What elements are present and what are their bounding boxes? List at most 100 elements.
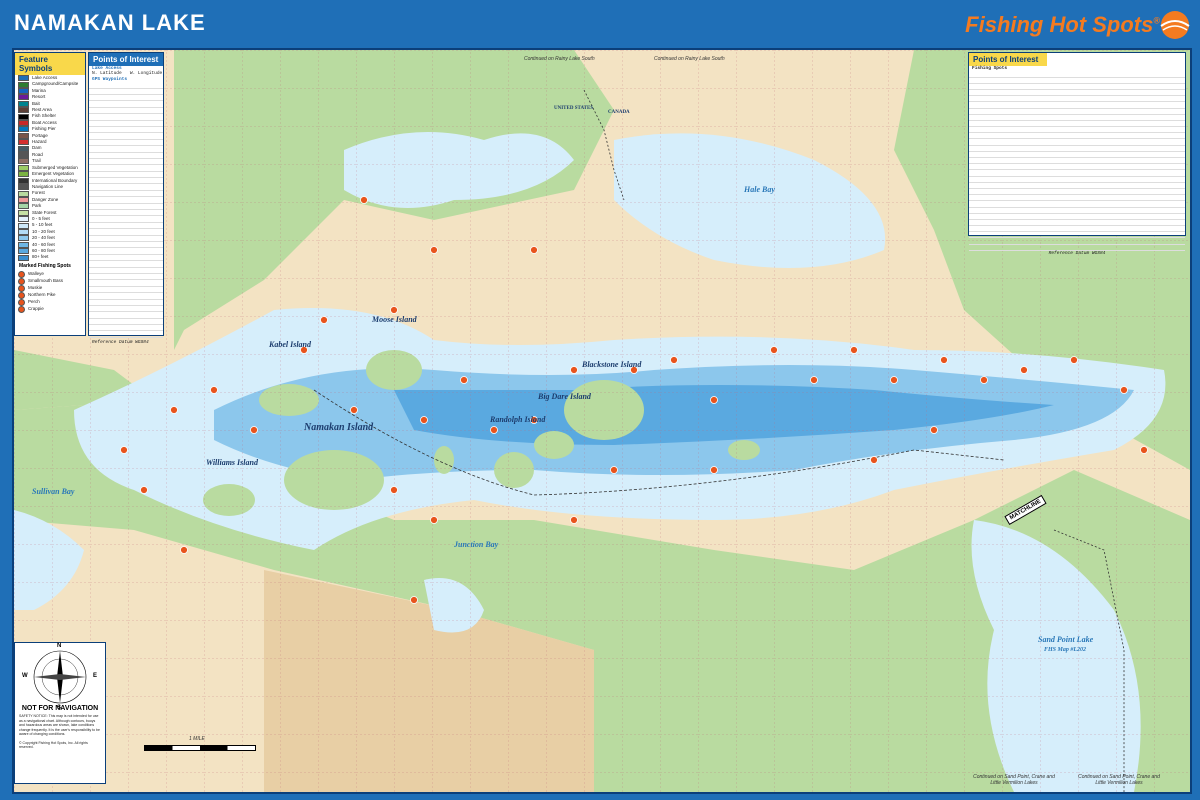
legend-swatch xyxy=(18,75,29,82)
label-united-states: UNITED STATES xyxy=(554,106,594,111)
legend-swatch xyxy=(18,241,29,248)
legend-swatch xyxy=(18,113,29,120)
map-title: NAMAKAN LAKE xyxy=(14,10,206,35)
species-item: Walleye xyxy=(15,270,85,278)
feature-symbols-panel: Feature Symbols Lake Access Campground/Ca… xyxy=(14,52,86,336)
species-item: Perch xyxy=(15,298,85,306)
legend-swatch xyxy=(18,177,29,184)
label-blackstone-island: Blackstone Island xyxy=(582,360,642,369)
label-sullivan-bay: Sullivan Bay xyxy=(32,487,75,496)
compass-w: W xyxy=(22,673,28,679)
copyright: © Copyright Fishing Hot Spots, Inc. All … xyxy=(19,740,88,750)
legend-swatch xyxy=(18,81,29,88)
species-label: Crappie xyxy=(28,306,44,312)
legend-swatch xyxy=(18,196,29,203)
legend-swatch xyxy=(18,132,29,139)
fishing-spot-row xyxy=(1113,245,1185,251)
left-waypoint-rows xyxy=(89,82,163,338)
label-canada: CANADA xyxy=(608,110,630,115)
legend-item: Campground/Campsite xyxy=(15,81,85,88)
waypoint-row xyxy=(89,331,163,338)
legend-swatch xyxy=(18,216,29,223)
brand-logo: Fishing Hot Spots® xyxy=(965,12,1160,38)
hotspot-icon xyxy=(18,284,25,292)
legend-swatch xyxy=(18,209,29,216)
species-label: Muskie xyxy=(28,285,43,291)
legend-swatch xyxy=(18,203,29,210)
label-junction-bay: Junction Bay xyxy=(454,540,499,549)
legend-swatch xyxy=(18,171,29,178)
legend-swatch xyxy=(18,164,29,171)
legend-swatch xyxy=(18,100,29,107)
species-item: Northern Pike xyxy=(15,291,85,299)
continued-note-bottom-2: Continued on Sand Point, Crane and Littl… xyxy=(1078,774,1160,786)
label-kabel-island: Kabel Island xyxy=(269,340,312,349)
species-item: Smallmouth Bass xyxy=(15,277,85,285)
right-reference-datum: Reference Datum WGS84 xyxy=(1048,250,1106,256)
legend-swatch xyxy=(18,254,29,261)
species-list: Walleye Smallmouth Bass Muskie Northern Pik… xyxy=(15,270,85,313)
legend-swatch xyxy=(18,152,29,159)
disclaimer-panel: N S E W NOT FOR NAVIGATION SAFETY NOTICE… xyxy=(14,642,106,784)
fishing-spot-row xyxy=(1041,245,1113,251)
species-label: Perch xyxy=(28,299,40,305)
legend-swatch xyxy=(18,235,29,242)
continued-note-top-right: Continued on Rainy Lake South xyxy=(654,56,725,62)
compass-n: N xyxy=(57,643,62,649)
legend-swatch xyxy=(18,248,29,255)
legend-swatch xyxy=(18,190,29,197)
right-waypoint-rows xyxy=(969,71,1185,251)
label-moose-island: Moose Island xyxy=(372,315,417,324)
safety-notice: SAFETY NOTICE: This map is not intended … xyxy=(19,714,100,736)
scale-bar xyxy=(144,745,256,751)
species-label: Walleye xyxy=(28,271,44,277)
compass-rose-icon xyxy=(33,650,87,704)
legend-swatch xyxy=(18,145,29,152)
label-big-dare-island: Big Dare Island xyxy=(538,392,591,401)
legend-swatch xyxy=(18,158,29,165)
legend-swatch xyxy=(18,107,29,114)
col-lon: W. Longitude xyxy=(129,71,163,77)
legend-swatch xyxy=(18,120,29,127)
label-sand-point-ref: FHS Map #L202 xyxy=(1044,647,1087,653)
hotspot-icon xyxy=(18,298,25,306)
species-label: Northern Pike xyxy=(28,292,56,298)
compass-s: S xyxy=(57,705,62,711)
continued-note-bottom-1: Continued on Sand Point, Crane and Littl… xyxy=(973,774,1055,786)
hotspot-icon xyxy=(18,277,25,285)
left-reference-datum: Reference Datum WGS84 xyxy=(92,339,149,345)
scale-bar-label: 1 MILE xyxy=(189,736,205,742)
hotspot-icon xyxy=(18,270,25,278)
species-item: Muskie xyxy=(15,284,85,292)
legend-label: 80+ feet xyxy=(32,254,49,260)
legend-swatch xyxy=(18,222,29,229)
hotspot-icon xyxy=(18,291,25,299)
legend-swatch xyxy=(18,126,29,133)
feature-symbols-title: Feature Symbols xyxy=(15,53,85,75)
brand-name: Fishing Hot Spots xyxy=(965,12,1154,37)
legend-swatch xyxy=(18,88,29,95)
label-sand-point-lake: Sand Point Lake xyxy=(1038,635,1094,644)
legend-swatch xyxy=(18,228,29,235)
right-poi-panel: Points of Interest Fishing Spots Referen… xyxy=(968,52,1186,256)
legend-swatch xyxy=(18,139,29,146)
label-hale-bay: Hale Bay xyxy=(744,185,775,194)
label-randolph-island: Randolph Island xyxy=(490,415,546,424)
compass-e: E xyxy=(93,673,98,679)
left-poi-panel: Points of Interest Lake Access N. Latitu… xyxy=(88,52,164,345)
fishing-spot-row xyxy=(969,245,1041,251)
left-poi-title: Points of Interest xyxy=(89,53,163,66)
label-williams-island: Williams Island xyxy=(206,458,258,467)
species-item: Crappie xyxy=(15,305,85,313)
right-poi-title: Points of Interest xyxy=(969,53,1047,66)
col-lat: N. Latitude xyxy=(92,71,122,77)
marked-spots-title: Marked Fishing Spots xyxy=(15,260,85,271)
label-namakan-island: Namakan Island xyxy=(304,422,374,433)
legend-swatch xyxy=(18,184,29,191)
legend-list: Lake Access Campground/Campsite Marina Reso… xyxy=(15,75,85,261)
brand-sun-icon xyxy=(1160,11,1190,39)
continued-note-top-left: Continued on Rainy Lake South xyxy=(524,56,595,62)
legend-swatch xyxy=(18,94,29,101)
species-label: Smallmouth Bass xyxy=(28,278,64,284)
hotspot-icon xyxy=(18,305,25,313)
